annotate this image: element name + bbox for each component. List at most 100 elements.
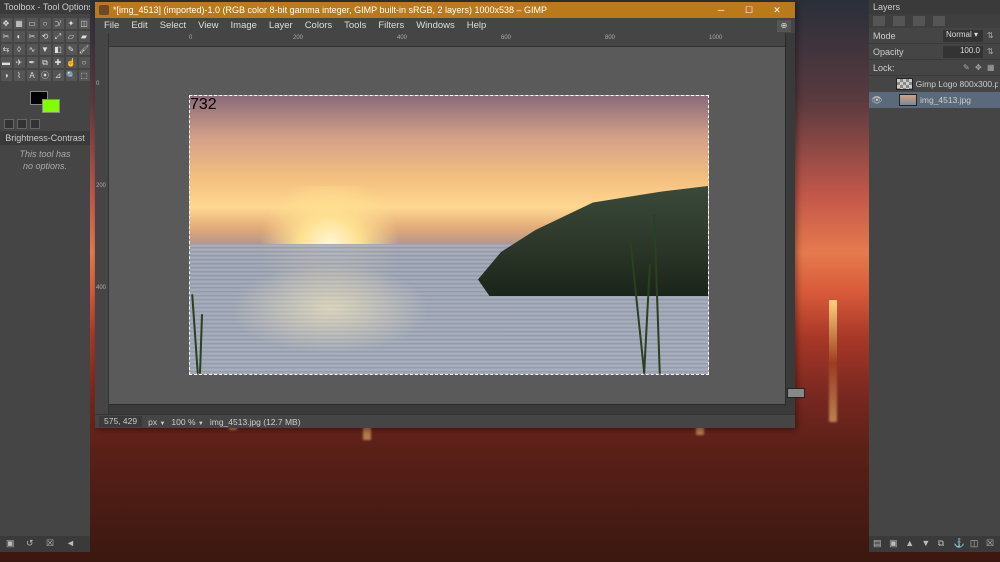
scissors-tool[interactable]: ✂ <box>1 31 12 42</box>
layer-name[interactable]: Gimp Logo 800x300.png <box>916 79 998 89</box>
layers-panel: Layers Mode Normal ▾ ⇅ Opacity 100.0 ⇅ L… <box>869 0 1000 552</box>
menu-bar: File Edit Select View Image Layer Colors… <box>95 18 795 33</box>
foreground-select-tool[interactable]: ◐ <box>14 31 25 42</box>
text-tool[interactable]: A <box>27 70 38 81</box>
tool-options-title: Brightness-Contrast <box>0 131 90 145</box>
perspective-tool[interactable]: ▰ <box>79 31 90 42</box>
menu-file[interactable]: File <box>99 19 124 32</box>
reset-presets-icon[interactable]: ◄ <box>66 538 76 548</box>
gradient-preset-icon[interactable] <box>30 119 40 129</box>
menu-help[interactable]: Help <box>462 19 492 32</box>
paths-tab-icon[interactable] <box>913 16 925 26</box>
layer-row[interactable]: Gimp Logo 800x300.png <box>869 76 1000 92</box>
eraser-tool[interactable]: ▬ <box>1 57 12 68</box>
align-tool[interactable]: ▦ <box>14 18 25 29</box>
cage-tool[interactable]: ◊ <box>14 44 25 55</box>
delete-layer-icon[interactable]: ☒ <box>986 538 996 548</box>
move-tool[interactable]: ✥ <box>1 18 12 29</box>
minimize-button[interactable]: ─ <box>707 2 735 18</box>
menu-layer[interactable]: Layer <box>264 19 298 32</box>
by-color-select-tool[interactable]: ◫ <box>79 18 90 29</box>
warp-tool[interactable]: ∿ <box>27 44 38 55</box>
paintbrush-tool[interactable]: 🖌 <box>79 44 90 55</box>
menu-edit[interactable]: Edit <box>126 19 152 32</box>
fuzzy-select-tool[interactable]: ✦ <box>66 18 77 29</box>
dodge-tool[interactable]: ◑ <box>1 70 12 81</box>
menu-select[interactable]: Select <box>155 19 191 32</box>
rect-select-tool[interactable]: ▭ <box>27 18 38 29</box>
flip-tool[interactable]: ⇆ <box>1 44 12 55</box>
add-mask-icon[interactable]: ◫ <box>970 538 980 548</box>
layers-panel-title: Layers <box>869 0 1000 14</box>
new-group-icon[interactable]: ▣ <box>889 538 899 548</box>
restore-presets-icon[interactable]: ↺ <box>26 538 36 548</box>
merge-down-icon[interactable]: ⚓ <box>954 538 964 548</box>
lock-alpha-icon[interactable]: ▦ <box>987 63 996 72</box>
ellipse-select-tool[interactable]: ○ <box>40 18 51 29</box>
bucket-fill-tool[interactable]: ▼ <box>40 44 51 55</box>
brush-preset-icon[interactable] <box>4 119 14 129</box>
lock-pixels-icon[interactable]: ✎ <box>963 63 972 72</box>
color-picker-tool[interactable]: ⦿ <box>40 70 51 81</box>
delete-presets-icon[interactable]: ☒ <box>46 538 56 548</box>
layers-tab-icon[interactable] <box>873 16 885 26</box>
horizontal-scrollbar[interactable] <box>109 404 795 414</box>
layer-name[interactable]: img_4513.jpg <box>920 95 971 105</box>
layers-dock-tabs <box>869 14 1000 28</box>
raise-layer-icon[interactable]: ▲ <box>905 538 915 548</box>
horizontal-ruler[interactable]: 0 200 400 600 800 1000 <box>109 33 795 47</box>
shear-tool[interactable]: ▱ <box>66 31 77 42</box>
vertical-ruler[interactable]: 0 200 400 <box>95 33 109 414</box>
menu-windows[interactable]: Windows <box>411 19 460 32</box>
save-presets-icon[interactable]: ▣ <box>6 538 16 548</box>
pencil-tool[interactable]: ✎ <box>66 44 77 55</box>
zoom-tool[interactable]: 🔍 <box>66 70 77 81</box>
duplicate-layer-icon[interactable]: ⧉ <box>938 538 948 548</box>
crop-tool[interactable]: ✂ <box>27 31 38 42</box>
maximize-button[interactable]: ☐ <box>735 2 763 18</box>
mode-dropdown[interactable]: Normal ▾ <box>943 30 983 42</box>
visibility-toggle-icon[interactable]: 👁 <box>871 95 883 106</box>
zoom-dropdown[interactable]: 100 % ▼ <box>171 417 203 427</box>
opacity-stepper-icon[interactable]: ⇅ <box>987 47 996 56</box>
undo-tab-icon[interactable] <box>933 16 945 26</box>
menu-filters[interactable]: Filters <box>373 19 409 32</box>
opacity-slider[interactable]: 100.0 <box>943 46 983 58</box>
mode-chevron-icon[interactable]: ⇅ <box>987 31 996 40</box>
window-titlebar[interactable]: *[img_4513] (imported)-1.0 (RGB color 8-… <box>95 2 795 18</box>
measure-tool[interactable]: ⊿ <box>53 70 64 81</box>
gradient-tool[interactable]: ◧ <box>53 44 64 55</box>
path-tool[interactable]: ⌇ <box>14 70 25 81</box>
clone-tool[interactable]: ⧉ <box>40 57 51 68</box>
image-canvas[interactable]: 732 <box>189 95 709 375</box>
blur-tool[interactable]: ○ <box>79 57 90 68</box>
new-layer-icon[interactable]: ▤ <box>873 538 883 548</box>
menu-view[interactable]: View <box>193 19 223 32</box>
menu-image[interactable]: Image <box>226 19 262 32</box>
vertical-scrollbar[interactable] <box>785 33 795 406</box>
rotate-tool[interactable]: ⟲ <box>40 31 51 42</box>
canvas-area[interactable]: 732 <box>109 47 795 404</box>
smudge-tool[interactable]: ☝ <box>66 57 77 68</box>
heal-tool[interactable]: ✚ <box>53 57 64 68</box>
lock-position-icon[interactable]: ✥ <box>975 63 984 72</box>
channels-tab-icon[interactable] <box>893 16 905 26</box>
close-button[interactable]: ✕ <box>763 2 791 18</box>
ink-tool[interactable]: ✒ <box>27 57 38 68</box>
menu-colors[interactable]: Colors <box>300 19 337 32</box>
opacity-label: Opacity <box>873 47 904 57</box>
pattern-preset-icon[interactable] <box>17 119 27 129</box>
units-dropdown[interactable]: px ▼ <box>148 417 165 427</box>
scroll-thumb[interactable] <box>787 388 805 398</box>
lower-layer-icon[interactable]: ▼ <box>921 538 931 548</box>
layer-row[interactable]: 👁 img_4513.jpg <box>869 92 1000 108</box>
zoom-toggle-icon[interactable]: ⊕ <box>777 20 791 32</box>
free-select-tool[interactable]: ⟉ <box>53 18 64 29</box>
airbrush-tool[interactable]: ✈ <box>14 57 25 68</box>
color-swatches[interactable] <box>30 91 60 113</box>
menu-tools[interactable]: Tools <box>339 19 371 32</box>
background-color[interactable] <box>42 99 60 113</box>
scale-tool[interactable]: ⤢ <box>53 31 64 42</box>
unified-transform-tool[interactable]: ⬚ <box>79 70 90 81</box>
image-window: *[img_4513] (imported)-1.0 (RGB color 8-… <box>95 2 795 428</box>
